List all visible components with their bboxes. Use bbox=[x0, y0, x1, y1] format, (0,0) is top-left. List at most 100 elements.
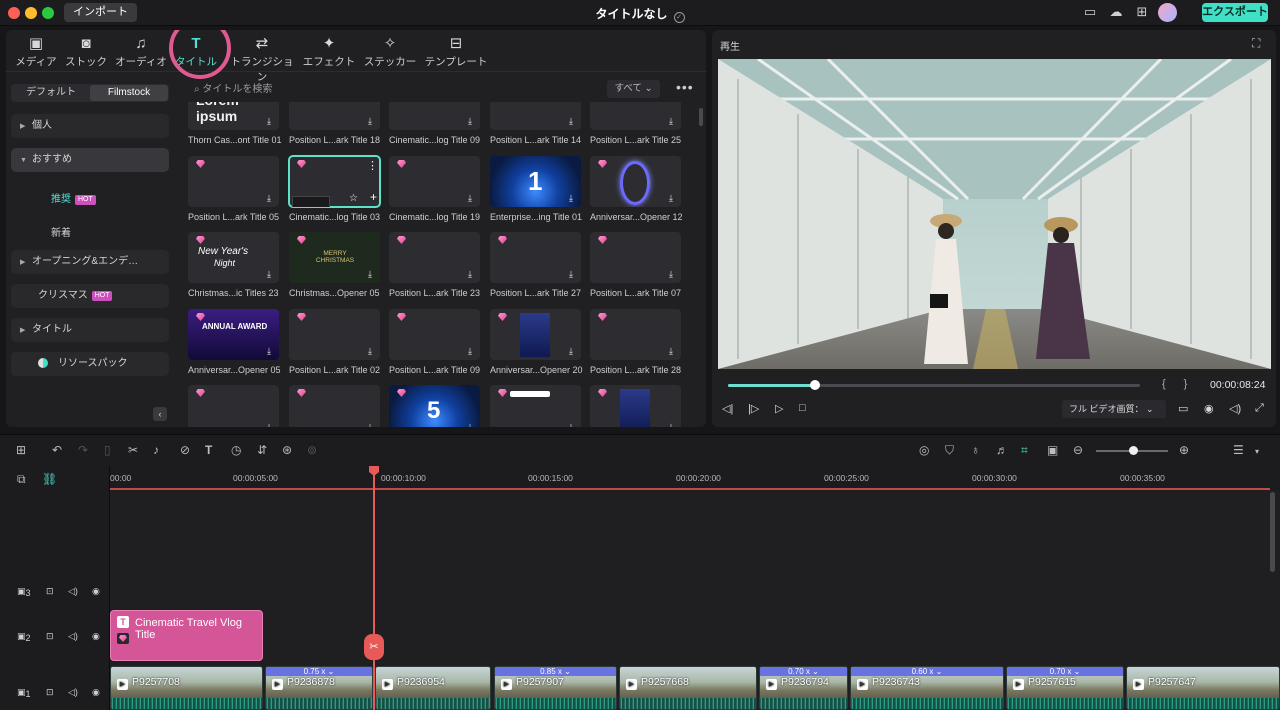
audio-split-icon[interactable]: ♪ bbox=[153, 443, 159, 457]
step-forward-icon[interactable]: |▷ bbox=[748, 402, 759, 415]
speed-icon[interactable]: ◷ bbox=[231, 443, 241, 457]
title-card[interactable]: ⤓ Position L...ark Title 23 bbox=[389, 232, 481, 298]
title-clip[interactable]: T Cinematic Travel Vlog Title bbox=[110, 610, 263, 661]
filter-dropdown[interactable]: すべて ⌄ bbox=[607, 80, 660, 98]
title-thumbnail[interactable]: 1 ⤓ bbox=[490, 156, 581, 207]
title-thumbnail[interactable]: ⤓ bbox=[389, 232, 480, 283]
title-thumbnail[interactable]: ⤓ bbox=[590, 102, 681, 130]
download-icon[interactable]: ⤓ bbox=[665, 421, 677, 427]
download-icon[interactable]: ⤓ bbox=[464, 268, 476, 280]
more-options-icon[interactable]: ••• bbox=[676, 80, 694, 94]
monitor-icon[interactable]: ▭ bbox=[1082, 4, 1098, 20]
fullscreen-icon[interactable]: ⤢ bbox=[1255, 402, 1264, 415]
avatar[interactable] bbox=[1158, 3, 1177, 22]
title-thumbnail[interactable]: ⤓ bbox=[389, 102, 480, 130]
title-card[interactable]: ⤓ Position L...ark Title 25 bbox=[590, 102, 682, 145]
saved-check-icon[interactable]: ✓ bbox=[673, 12, 685, 23]
video-clip[interactable]: ▶ P9257647 bbox=[1126, 666, 1280, 710]
download-icon[interactable]: ⤓ bbox=[263, 268, 275, 280]
title-thumbnail[interactable]: Lorem ipsum⤓ bbox=[188, 102, 279, 130]
lock-icon[interactable]: ⊡ bbox=[46, 687, 54, 698]
music-list-icon[interactable]: ♬ bbox=[996, 443, 1008, 457]
title-thumbnail[interactable]: ⤓ bbox=[590, 156, 681, 207]
time-ruler[interactable]: 00:00 00:00:05:00 00:00:10:00 00:00:15:00 00… bbox=[110, 466, 1280, 490]
stabilize-icon[interactable]: ⊚ bbox=[307, 443, 317, 457]
undo-icon[interactable]: ↶ bbox=[52, 443, 62, 457]
category-recommended[interactable]: ▼ おすすめ bbox=[11, 148, 169, 172]
title-thumbnail[interactable]: ⤓ bbox=[590, 232, 681, 283]
title-card[interactable]: ⤓ Position L...ark Title 05 bbox=[188, 156, 280, 222]
title-card[interactable]: ⤓ Position L...ark Title 28 bbox=[590, 309, 682, 375]
display-icon[interactable]: ▭ bbox=[1178, 402, 1188, 415]
title-card[interactable]: ⤓ bbox=[590, 385, 682, 427]
title-thumbnail[interactable]: ⤓ bbox=[188, 156, 279, 207]
zoom-in-icon[interactable]: ⊕ bbox=[1179, 443, 1189, 457]
scissors-icon[interactable]: ✂ bbox=[128, 443, 138, 457]
video-clip[interactable]: ▶ P9236954 bbox=[375, 666, 491, 710]
quality-dropdown[interactable]: フル ビデオ画質： ⌄ bbox=[1062, 400, 1166, 418]
title-card[interactable]: Lorem ipsum⤓ Thorn Cas...ont Title 01 bbox=[188, 102, 282, 145]
download-icon[interactable]: ⤓ bbox=[665, 115, 677, 127]
tab-media[interactable]: ▣ メディア bbox=[14, 34, 58, 70]
download-icon[interactable]: ⤓ bbox=[565, 192, 577, 204]
download-icon[interactable]: ⤓ bbox=[464, 192, 476, 204]
subcategory-new[interactable]: 新着 bbox=[51, 224, 71, 239]
title-thumbnail[interactable]: ⤓ bbox=[490, 232, 581, 283]
download-icon[interactable]: ⤓ bbox=[464, 345, 476, 357]
text-tool-icon[interactable]: T bbox=[205, 443, 212, 457]
title-card[interactable]: ANNUAL AWARD ⤓ Anniversar...Opener 05 bbox=[188, 309, 281, 375]
title-card[interactable]: 1 ⤓ Enterprise...ing Title 01 bbox=[490, 156, 582, 222]
video-clip[interactable]: 0.85 x ⌄ ▶ P9257907 bbox=[494, 666, 617, 710]
title-thumbnail[interactable]: 5 ⤓ bbox=[389, 385, 480, 427]
title-thumbnail[interactable]: ⋮ + ☆ bbox=[288, 155, 381, 208]
eye-icon[interactable]: ◉ bbox=[92, 586, 100, 597]
zoom-knob[interactable] bbox=[1129, 446, 1139, 455]
download-icon[interactable]: ⤓ bbox=[364, 345, 376, 357]
category-resource-pack[interactable]: リソースパック bbox=[11, 352, 169, 376]
adjust-icon[interactable]: ⇵ bbox=[257, 443, 267, 457]
download-icon[interactable]: ⤓ bbox=[263, 345, 275, 357]
download-icon[interactable]: ⤓ bbox=[263, 421, 275, 427]
title-card[interactable]: MERRY CHRISTMAS ⤓ Christmas...Opener 05 bbox=[289, 232, 381, 298]
lock-icon[interactable]: ⊡ bbox=[46, 631, 54, 642]
video-canvas[interactable] bbox=[718, 59, 1271, 369]
delete-icon[interactable]: ▯ bbox=[104, 443, 111, 457]
snapshot-icon[interactable]: ⛶ bbox=[1252, 36, 1260, 51]
scissors-icon[interactable]: ✂ bbox=[364, 634, 384, 660]
more-vertical-icon[interactable]: ⋮ bbox=[367, 159, 378, 172]
camera-icon[interactable]: ◉ bbox=[1204, 402, 1214, 415]
download-icon[interactable]: ⤓ bbox=[565, 268, 577, 280]
title-thumbnail[interactable]: ⤓ bbox=[490, 309, 581, 360]
search-input[interactable]: ⌕ タイトルを検索 bbox=[194, 80, 272, 95]
title-card[interactable]: ⤓ Position L...ark Title 07 bbox=[590, 232, 682, 298]
render-icon[interactable]: ◎ bbox=[919, 443, 929, 457]
export-button[interactable]: エクスポート bbox=[1202, 3, 1268, 22]
download-icon[interactable]: ⤓ bbox=[665, 268, 677, 280]
cloud-upload-icon[interactable]: ☁ bbox=[1108, 4, 1124, 20]
redo-icon[interactable]: ↷ bbox=[78, 443, 88, 457]
tab-audio[interactable]: ♫ オーディオ bbox=[114, 34, 168, 70]
title-card[interactable]: ⤓ Anniversar...Opener 20 bbox=[490, 309, 583, 375]
chevron-down-icon[interactable]: ▾ bbox=[1255, 445, 1259, 459]
track-height-icon[interactable]: ☰ bbox=[1233, 443, 1244, 457]
title-thumbnail[interactable]: ⤓ bbox=[289, 102, 380, 130]
title-thumbnail[interactable]: ⤓ bbox=[188, 385, 279, 427]
video-clip[interactable]: 0.60 x ⌄ ▶ P9236743 bbox=[850, 666, 1004, 710]
title-thumbnail[interactable]: New Year's Night ⤓ bbox=[188, 232, 279, 283]
title-card[interactable]: ⤓ Position L...ark Title 02 bbox=[289, 309, 381, 375]
playhead[interactable]: ✂ bbox=[364, 466, 384, 710]
snap-icon[interactable]: ⌗ bbox=[1021, 443, 1028, 457]
add-icon[interactable]: + bbox=[370, 190, 377, 204]
eye-icon[interactable]: ◉ bbox=[92, 687, 100, 698]
favorite-star-icon[interactable]: ☆ bbox=[349, 193, 358, 204]
title-card[interactable]: ⤓ Position L...ark Title 18 bbox=[289, 102, 381, 145]
download-icon[interactable]: ⤓ bbox=[565, 115, 577, 127]
download-icon[interactable]: ⤓ bbox=[263, 192, 275, 204]
tab-stickers[interactable]: ✧ ステッカー bbox=[362, 34, 418, 70]
video-clip[interactable]: 0.70 x ⌄ ▶ P9257615 bbox=[1006, 666, 1124, 710]
title-thumbnail[interactable]: MERRY CHRISTMAS ⤓ bbox=[289, 232, 380, 283]
segment-filmstock[interactable]: Filmstock bbox=[90, 85, 168, 101]
title-card[interactable]: ⤓ Anniversar...Opener 12 bbox=[590, 156, 683, 222]
volume-icon[interactable]: ◁) bbox=[68, 586, 78, 597]
timeline-scrollbar[interactable] bbox=[1270, 492, 1275, 572]
